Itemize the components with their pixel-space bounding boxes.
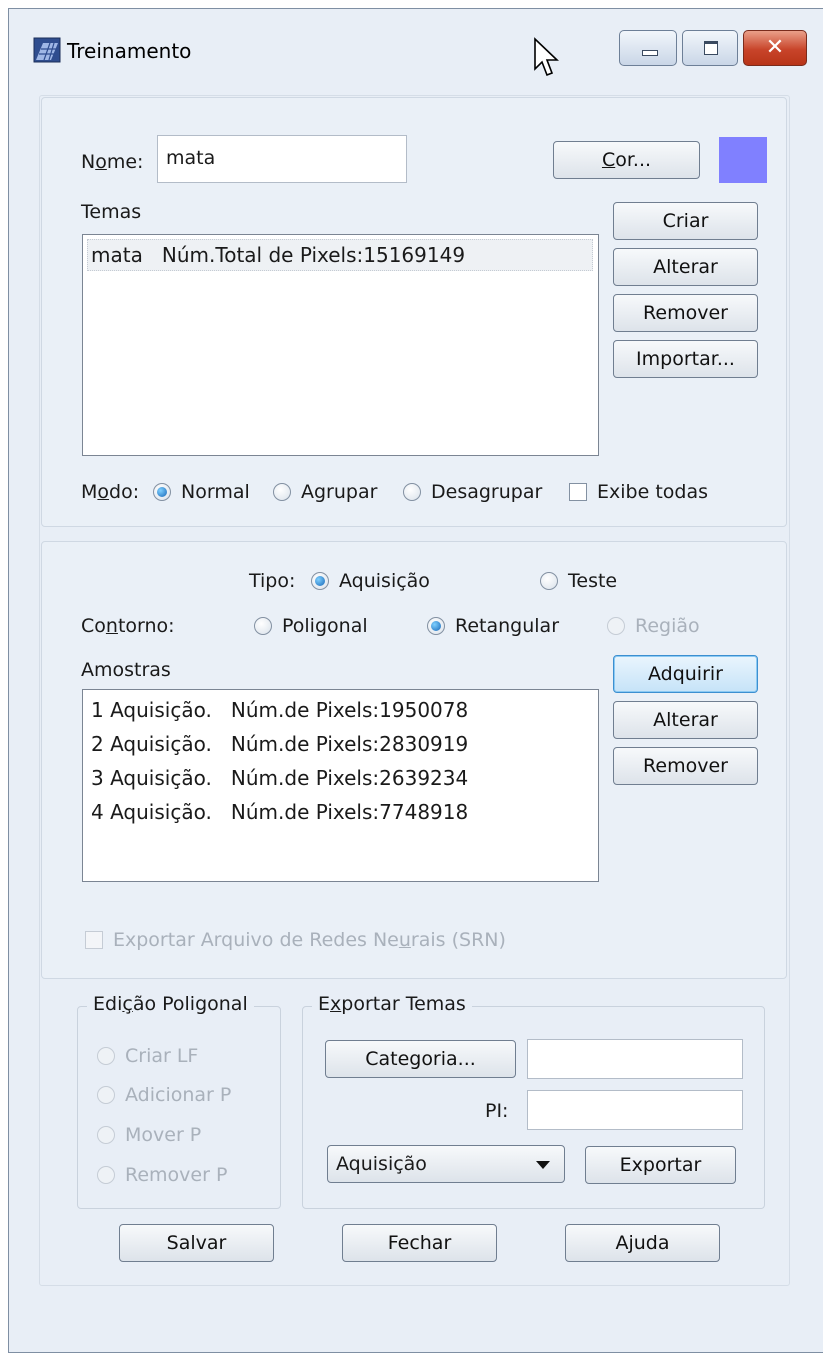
category-button[interactable]: Categoria... <box>325 1040 516 1078</box>
samples-list-label: Amostras <box>81 659 171 681</box>
mode-normal-label: Normal <box>181 481 250 503</box>
export-nn-checkbox[interactable] <box>85 931 103 949</box>
export-button[interactable]: Exportar <box>585 1146 736 1184</box>
create-lf-radio[interactable] <box>97 1047 115 1065</box>
contour-rectangular-radio[interactable] <box>427 617 445 635</box>
mode-normal-radio[interactable] <box>153 483 171 501</box>
mouse-pointer-icon <box>534 37 559 77</box>
remove-point-radio[interactable] <box>97 1166 115 1184</box>
export-type-value: Aquisição <box>336 1153 427 1175</box>
pi-label: PI: <box>485 1100 509 1122</box>
samples-list[interactable]: 1 Aquisição. Núm.de Pixels:1950078 2 Aqu… <box>82 689 599 882</box>
pi-field[interactable] <box>527 1090 743 1130</box>
name-input[interactable]: mata <box>157 135 407 183</box>
create-theme-button[interactable]: Criar <box>613 202 758 240</box>
window-title: Treinamento <box>67 39 192 63</box>
close-icon: ✕ <box>765 35 785 60</box>
export-themes-legend: Exportar Temas <box>312 993 472 1015</box>
mode-ungroup-label: Desagrupar <box>431 481 543 503</box>
list-item[interactable]: mata Núm.Total de Pixels:15169149 <box>91 243 465 267</box>
list-item[interactable]: 1 Aquisição. Núm.de Pixels:1950078 <box>91 698 468 722</box>
mode-label: Modo: <box>81 481 140 503</box>
themes-list-label: Temas <box>81 201 142 223</box>
export-type-select[interactable]: Aquisição <box>327 1145 565 1183</box>
remove-sample-button[interactable]: Remover <box>613 747 758 785</box>
mode-group-radio[interactable] <box>273 483 291 501</box>
save-button[interactable]: Salvar <box>119 1224 274 1262</box>
export-nn-label: Exportar Arquivo de Redes Neurais (SRN) <box>113 929 506 951</box>
alter-sample-button[interactable]: Alterar <box>613 701 758 739</box>
move-point-label: Mover P <box>125 1124 202 1146</box>
close-window-button[interactable]: ✕ <box>743 30 807 66</box>
contour-polygonal-label: Poligonal <box>282 615 368 637</box>
training-window: Treinamento ✕ Nome: mata Cor... Temas ma… <box>8 8 823 1353</box>
add-point-radio[interactable] <box>97 1086 115 1104</box>
remove-point-label: Remover P <box>125 1164 228 1186</box>
list-item[interactable]: 4 Aquisição. Núm.de Pixels:7748918 <box>91 800 468 824</box>
remove-theme-button[interactable]: Remover <box>613 294 758 332</box>
type-label: Tipo: <box>249 570 296 592</box>
contour-region-label: Região <box>635 615 700 637</box>
contour-polygonal-radio[interactable] <box>254 617 272 635</box>
type-test-radio[interactable] <box>540 572 558 590</box>
contour-rectangular-label: Retangular <box>455 615 560 637</box>
chevron-down-icon <box>536 1161 550 1169</box>
color-swatch <box>719 137 767 183</box>
mode-ungroup-radio[interactable] <box>403 483 421 501</box>
show-all-label: Exibe todas <box>597 481 708 503</box>
type-test-label: Teste <box>568 570 618 592</box>
maximize-button[interactable] <box>682 30 738 66</box>
name-label: Nome: <box>81 151 144 173</box>
alter-theme-button[interactable]: Alterar <box>613 248 758 286</box>
create-lf-label: Criar LF <box>125 1045 199 1067</box>
map-grid-icon <box>33 37 61 63</box>
close-button[interactable]: Fechar <box>342 1224 497 1262</box>
minimize-button[interactable] <box>619 30 677 66</box>
type-acquisition-radio[interactable] <box>311 572 329 590</box>
import-theme-button[interactable]: Importar... <box>613 340 758 378</box>
contour-label: Contorno: <box>81 615 175 637</box>
list-item[interactable]: 2 Aquisição. Núm.de Pixels:2830919 <box>91 732 468 756</box>
help-button[interactable]: Ajuda <box>565 1224 720 1262</box>
themes-list[interactable]: mata Núm.Total de Pixels:15169149 <box>82 234 599 456</box>
move-point-radio[interactable] <box>97 1126 115 1144</box>
acquire-button[interactable]: Adquirir <box>613 655 758 693</box>
show-all-checkbox[interactable] <box>569 483 587 501</box>
color-button[interactable]: Cor... <box>553 141 700 179</box>
list-item[interactable]: 3 Aquisição. Núm.de Pixels:2639234 <box>91 766 468 790</box>
title-bar[interactable]: Treinamento ✕ <box>9 9 823 81</box>
add-point-label: Adicionar P <box>125 1084 232 1106</box>
mode-group-label: Agrupar <box>301 481 378 503</box>
polygon-edit-legend: Edição Poligonal <box>87 993 254 1015</box>
type-acquisition-label: Aquisição <box>339 570 430 592</box>
category-field[interactable] <box>527 1039 743 1079</box>
contour-region-radio[interactable] <box>607 617 625 635</box>
